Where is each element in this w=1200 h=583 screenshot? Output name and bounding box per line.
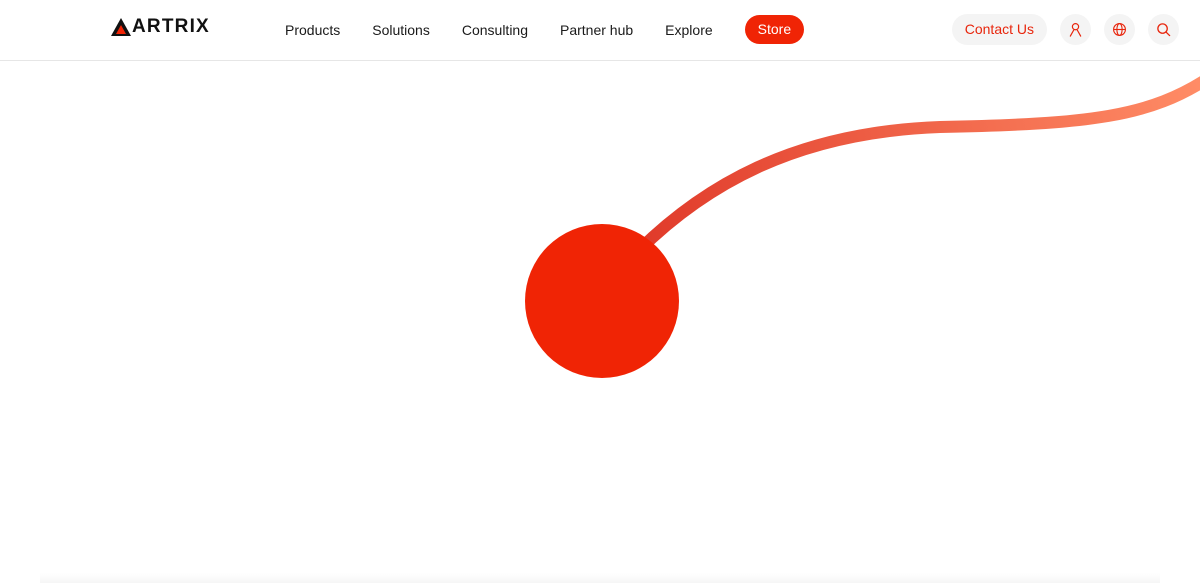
hero-illustration: [525, 76, 1200, 378]
search-button[interactable]: [1148, 14, 1179, 45]
nav-item-partner-hub[interactable]: Partner hub: [560, 22, 633, 38]
site-header: ARTRIX Products Solutions Consulting Par…: [0, 0, 1200, 61]
search-icon: [1157, 23, 1171, 37]
page: ARTRIX Products Solutions Consulting Par…: [0, 0, 1200, 583]
nav-item-explore[interactable]: Explore: [665, 22, 712, 38]
brand-logo[interactable]: ARTRIX: [111, 17, 210, 37]
contact-us-button[interactable]: Contact Us: [951, 14, 1047, 45]
account-button[interactable]: [1060, 14, 1091, 45]
section-divider-shadow: [40, 573, 1160, 583]
header-actions: Contact Us: [951, 14, 1179, 45]
store-button[interactable]: Store: [744, 15, 805, 44]
hero-red-circle: [525, 224, 679, 378]
globe-icon: [1113, 23, 1126, 36]
triangle-logo-icon: [111, 18, 131, 36]
main-nav: Products Solutions Consulting Partner hu…: [285, 15, 805, 44]
hero-curve-line: [614, 76, 1200, 276]
nav-item-products[interactable]: Products: [285, 22, 340, 38]
brand-name: ARTRIX: [132, 16, 210, 37]
nav-item-solutions[interactable]: Solutions: [372, 22, 430, 38]
nav-item-consulting[interactable]: Consulting: [462, 22, 528, 38]
language-button[interactable]: [1104, 14, 1135, 45]
user-icon: [1069, 22, 1082, 37]
